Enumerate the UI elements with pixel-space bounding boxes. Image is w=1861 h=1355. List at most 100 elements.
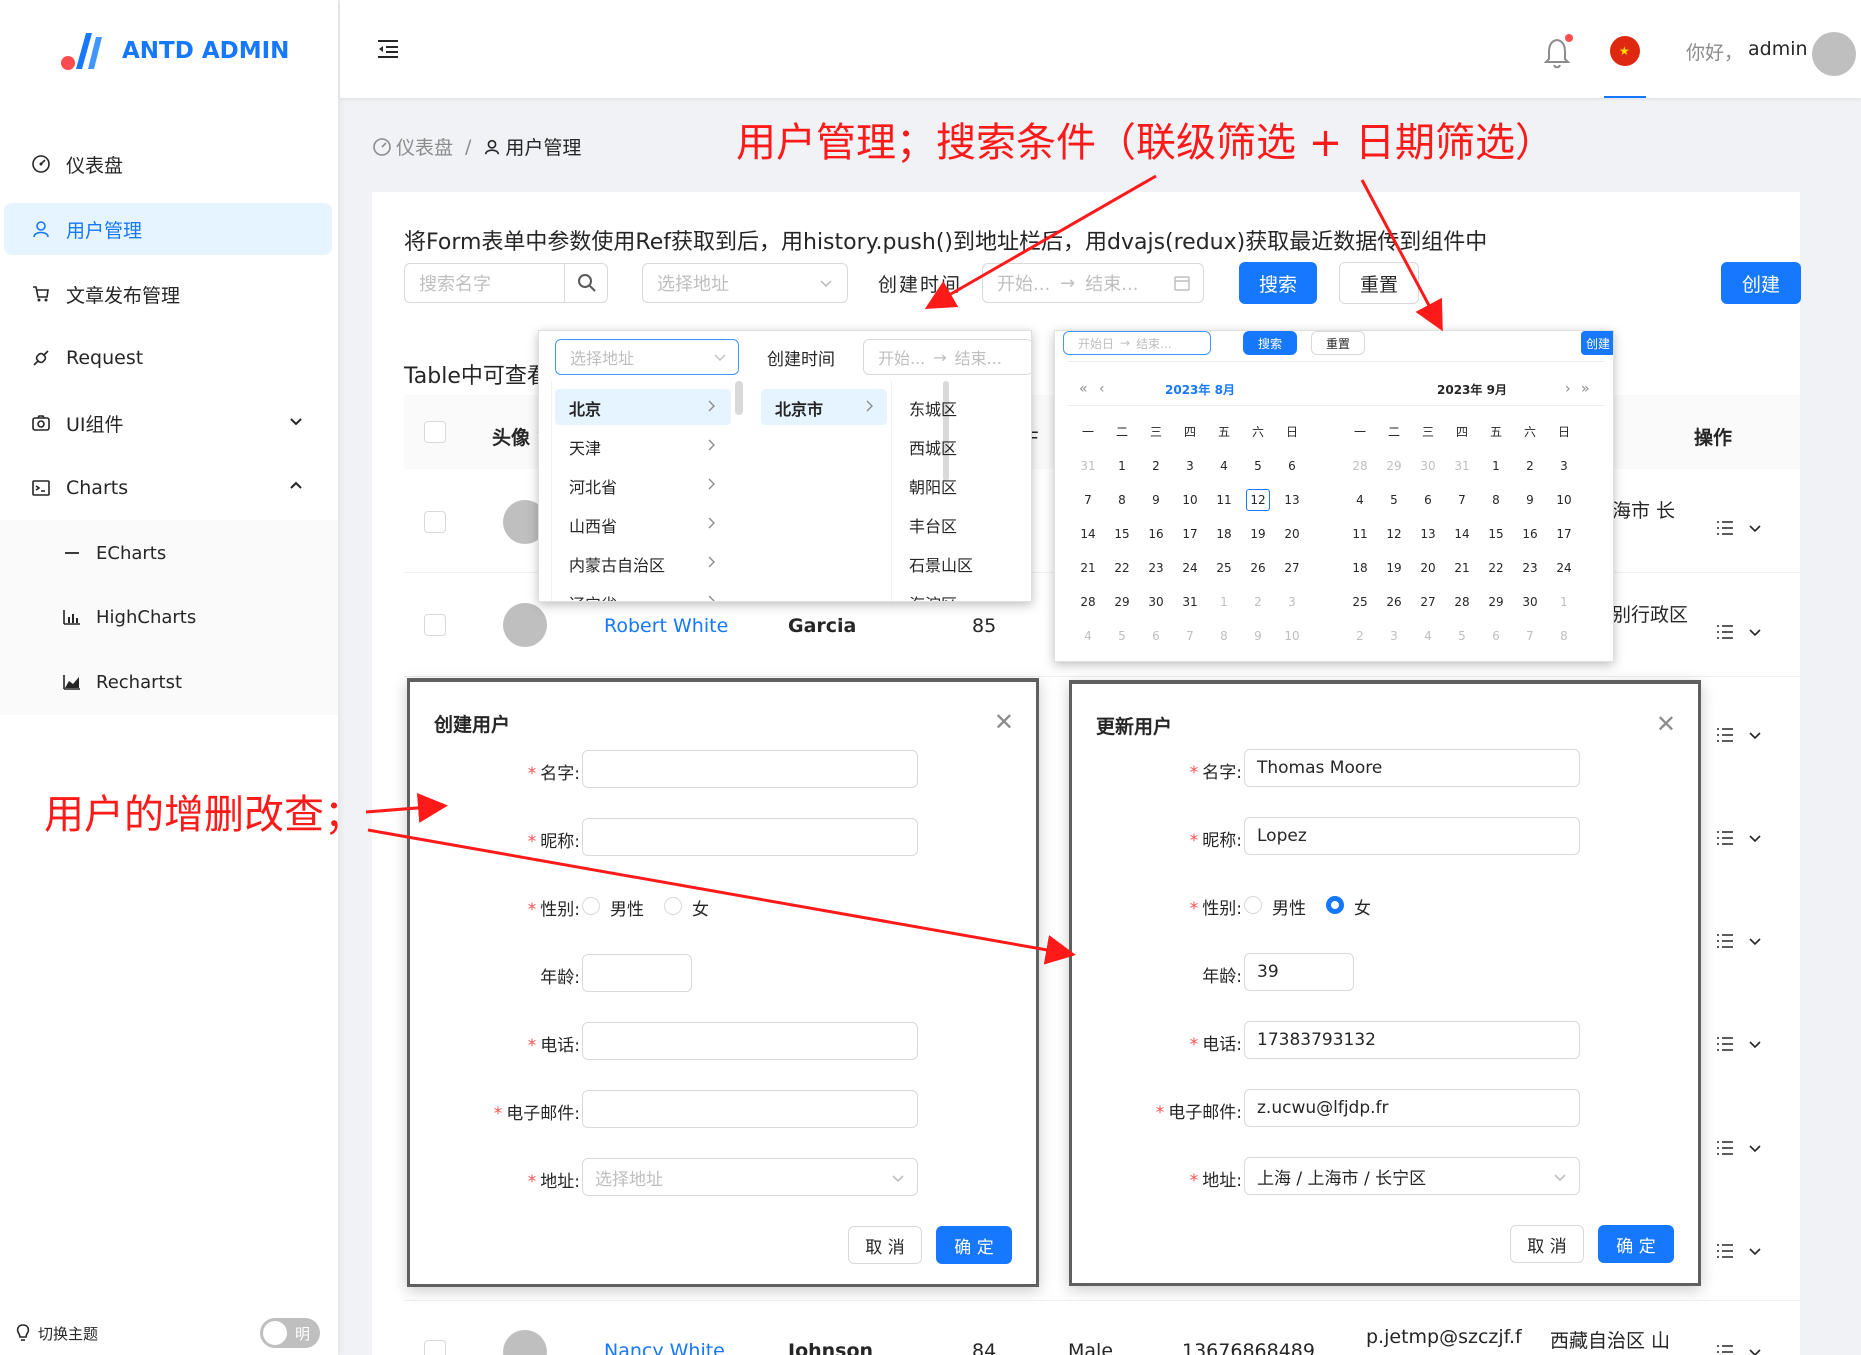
email-field[interactable]: z.ucwu@lfjdp.fr [1244, 1089, 1580, 1127]
cancel-button[interactable]: 取 消 [848, 1226, 922, 1264]
chevron-down-icon[interactable] [1748, 934, 1762, 948]
cascader-input[interactable]: 选择地址 [555, 339, 739, 375]
calendar-day[interactable]: 9 [1139, 483, 1173, 517]
calendar-day[interactable]: 2 [1241, 585, 1275, 619]
gender-male-radio[interactable] [582, 897, 600, 915]
calendar-day[interactable]: 6 [1411, 483, 1445, 517]
gender-male-label[interactable]: 男性 [610, 895, 644, 920]
calendar-day[interactable]: 1 [1207, 585, 1241, 619]
cascader-option[interactable]: 辽宁省 [555, 584, 731, 601]
calendar-day[interactable]: 2 [1343, 619, 1377, 653]
calendar-day[interactable]: 4 [1207, 449, 1241, 483]
chevron-down-icon[interactable] [1748, 521, 1762, 535]
scrollbar[interactable] [735, 381, 743, 415]
row-checkbox[interactable] [424, 1340, 446, 1355]
confirm-button[interactable]: 确 定 [1598, 1225, 1674, 1263]
cascader-option[interactable]: 石景山区 [909, 552, 973, 576]
calendar-day[interactable]: 29 [1377, 449, 1411, 483]
date-range-mini[interactable]: 开始... → 结束... [863, 339, 1031, 375]
reset-button[interactable]: 重置 [1311, 331, 1365, 355]
cascader-option[interactable]: 天津 [555, 428, 731, 464]
prev-month-icon[interactable]: ‹ [1099, 381, 1105, 397]
menu-fold-icon[interactable] [376, 38, 400, 60]
name-field[interactable]: Thomas Moore [1244, 749, 1580, 787]
reset-button[interactable]: 重置 [1339, 262, 1419, 304]
calendar-day[interactable]: 4 [1343, 483, 1377, 517]
calendar-day[interactable]: 9 [1241, 619, 1275, 653]
calendar-day[interactable]: 14 [1071, 517, 1105, 551]
calendar-day[interactable]: 11 [1343, 517, 1377, 551]
row-actions[interactable] [1716, 624, 1762, 640]
calendar-day[interactable]: 9 [1513, 483, 1547, 517]
calendar-day[interactable]: 23 [1139, 551, 1173, 585]
sidebar-item-request[interactable]: Request [0, 332, 332, 384]
search-button[interactable]: 搜索 [1243, 331, 1297, 355]
cascader-option[interactable]: 山西省 [555, 506, 731, 542]
calendar-day[interactable]: 10 [1275, 619, 1309, 653]
gender-male-radio[interactable] [1244, 896, 1262, 914]
theme-toggle[interactable]: 明 [260, 1318, 320, 1348]
row-actions[interactable] [1716, 1140, 1762, 1156]
calendar-day[interactable]: 1 [1479, 449, 1513, 483]
calendar-day[interactable]: 29 [1479, 585, 1513, 619]
calendar-day[interactable]: 3 [1173, 449, 1207, 483]
calendar-day[interactable]: 6 [1479, 619, 1513, 653]
calendar-day[interactable]: 8 [1547, 619, 1581, 653]
calendar-day[interactable]: 1 [1547, 585, 1581, 619]
row-actions[interactable] [1716, 933, 1762, 949]
right-month[interactable]: 9月 [1487, 383, 1507, 397]
calendar-day[interactable]: 26 [1377, 585, 1411, 619]
calendar-day[interactable]: 17 [1547, 517, 1581, 551]
menu-icon[interactable] [1716, 624, 1734, 640]
bell-icon[interactable] [1542, 32, 1576, 70]
close-icon[interactable]: ✕ [1656, 710, 1676, 738]
calendar-day[interactable]: 23 [1513, 551, 1547, 585]
calendar-day[interactable]: 18 [1207, 517, 1241, 551]
menu-icon[interactable] [1716, 933, 1734, 949]
calendar-day[interactable]: 12 [1246, 489, 1270, 511]
calendar-day[interactable]: 12 [1377, 517, 1411, 551]
gender-female-label[interactable]: 女 [692, 895, 709, 920]
app-logo[interactable]: ANTD ADMIN [60, 26, 289, 76]
calendar-day[interactable]: 29 [1105, 585, 1139, 619]
menu-icon[interactable] [1716, 1344, 1734, 1355]
username[interactable]: admin [1748, 38, 1808, 60]
calendar-day[interactable]: 5 [1241, 449, 1275, 483]
search-button[interactable]: 搜索 [1239, 262, 1317, 304]
calendar-day[interactable]: 15 [1479, 517, 1513, 551]
calendar-day[interactable]: 13 [1275, 483, 1309, 517]
search-icon[interactable] [564, 263, 608, 303]
search-input[interactable]: 搜索名字 [404, 263, 564, 303]
sidebar-item-dashboard[interactable]: 仪表盘 [0, 138, 332, 190]
sidebar-item-charts[interactable]: Charts [0, 462, 332, 514]
calendar-day[interactable]: 1 [1105, 449, 1139, 483]
calendar-day[interactable]: 19 [1377, 551, 1411, 585]
chevron-down-icon[interactable] [1748, 728, 1762, 742]
gender-male-label[interactable]: 男性 [1272, 894, 1306, 919]
gender-female-label[interactable]: 女 [1354, 894, 1371, 919]
calendar-day[interactable]: 5 [1445, 619, 1479, 653]
calendar-day[interactable]: 3 [1547, 449, 1581, 483]
calendar-day[interactable]: 6 [1139, 619, 1173, 653]
calendar-day[interactable]: 2 [1139, 449, 1173, 483]
calendar-day[interactable]: 25 [1207, 551, 1241, 585]
calendar-day[interactable]: 25 [1343, 585, 1377, 619]
chevron-down-icon[interactable] [1748, 831, 1762, 845]
left-year[interactable]: 2023年 [1165, 383, 1210, 397]
calendar-day[interactable]: 16 [1513, 517, 1547, 551]
nickname-field[interactable]: Lopez [1244, 817, 1580, 855]
china-flag-icon[interactable]: ★ [1610, 36, 1640, 66]
name-field[interactable] [582, 750, 918, 788]
calendar-day[interactable]: 28 [1071, 585, 1105, 619]
calendar-day[interactable]: 14 [1445, 517, 1479, 551]
menu-icon[interactable] [1716, 830, 1734, 846]
row-actions[interactable] [1716, 1243, 1762, 1259]
cascader-option[interactable]: 东城区 [909, 396, 957, 420]
calendar-day[interactable]: 7 [1071, 483, 1105, 517]
left-month[interactable]: 8月 [1215, 383, 1235, 397]
row-name-link[interactable]: Robert White [604, 615, 728, 637]
calendar-day[interactable]: 6 [1275, 449, 1309, 483]
row-checkbox[interactable] [424, 614, 446, 636]
calendar-day[interactable]: 27 [1275, 551, 1309, 585]
calendar-day[interactable]: 17 [1173, 517, 1207, 551]
